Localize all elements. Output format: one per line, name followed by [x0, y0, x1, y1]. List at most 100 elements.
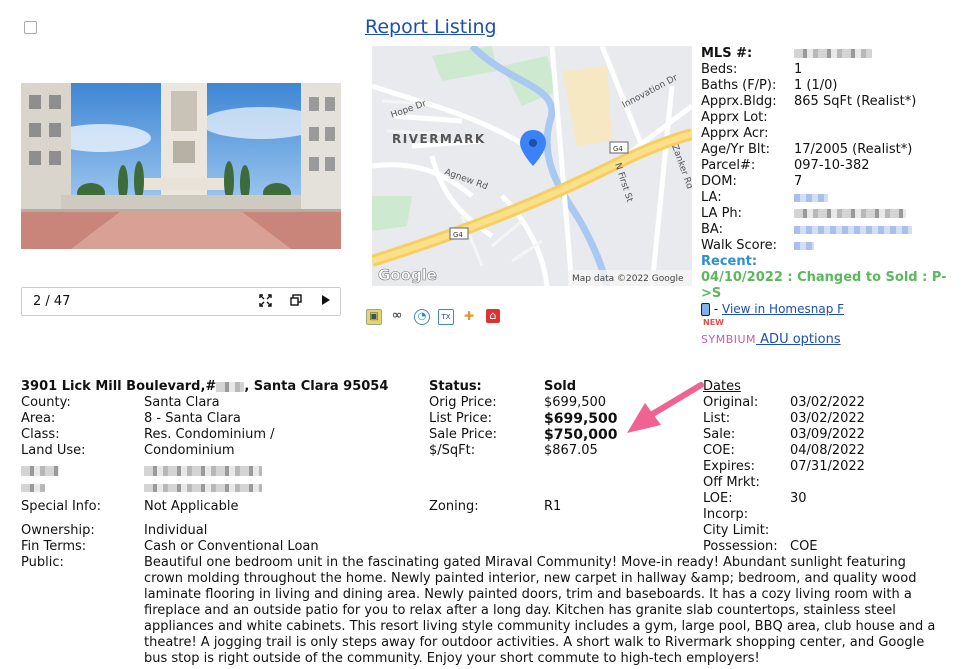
dom-value: 7	[794, 174, 803, 189]
county-value: Santa Clara	[144, 395, 220, 410]
list-date-label: List:	[703, 411, 731, 426]
mls-value-redacted	[794, 46, 872, 62]
address-city: , Santa Clara 95054	[244, 379, 389, 394]
google-logo: Google	[378, 266, 437, 284]
window-icon[interactable]	[290, 294, 302, 309]
redacted-label	[21, 463, 59, 478]
home-icon[interactable]: ⌂	[486, 309, 500, 323]
share-icon[interactable]: ✚	[462, 309, 476, 323]
homesnap-row: - View in Homesnap F	[701, 302, 844, 316]
redacted-value	[144, 480, 262, 495]
homesnap-link[interactable]: View in Homesnap F	[722, 302, 844, 316]
map-attribution: Map data ©2022 Google	[572, 274, 684, 284]
binoculars-icon[interactable]: ∞	[390, 309, 404, 323]
possession-label: Possession:	[703, 539, 778, 554]
landuse-value: Condominium	[144, 443, 235, 458]
neighborhood-label: RIVERMARK	[392, 132, 486, 146]
highway-badge: G4	[453, 231, 463, 239]
walkscore-value-redacted	[794, 238, 814, 254]
address-street: 3901 Lick Mill Boulevard,#	[21, 379, 217, 394]
ownership-label: Ownership:	[21, 523, 95, 538]
bldg-label: Apprx.Bldg:	[701, 94, 777, 109]
sale-date-label: Sale:	[703, 427, 736, 442]
recent-value: 04/10/2022 : Changed to Sold : P->S	[701, 270, 947, 301]
public-remarks: Beautiful one bedroom unit in the fascin…	[144, 555, 936, 666]
area-value: 8 - Santa Clara	[144, 411, 241, 426]
mls-label: MLS #:	[701, 46, 753, 61]
photo-tool-icon[interactable]: ▣	[366, 309, 382, 325]
expires-label: Expires:	[703, 459, 755, 474]
parcel-label: Parcel#:	[701, 158, 756, 173]
coe-date-value: 04/08/2022	[790, 443, 865, 458]
la-value-redacted	[794, 190, 828, 206]
baths-label: Baths (F/P):	[701, 78, 777, 93]
expand-icon[interactable]	[259, 294, 272, 310]
county-label: County:	[21, 395, 71, 410]
redacted-label	[21, 480, 45, 495]
symbium-row: SYMBIUM ADU options	[701, 332, 841, 347]
unit-redacted	[216, 381, 245, 392]
photo-viewer-bar: 2 / 47	[21, 287, 341, 316]
listing-address: 3901 Lick Mill Boulevard,# , Santa Clara …	[21, 379, 388, 395]
adu-options-link[interactable]: ADU options	[756, 332, 840, 347]
incorp-label: Incorp:	[703, 507, 749, 522]
status-value: Sold	[544, 379, 577, 394]
la-label: LA:	[701, 190, 722, 205]
tax-icon[interactable]: TX	[438, 309, 454, 325]
ba-label: BA:	[701, 222, 723, 237]
ownership-value: Individual	[144, 523, 208, 538]
city-limit-label: City Limit:	[703, 523, 770, 538]
dom-label: DOM:	[701, 174, 737, 189]
beds-label: Beds:	[701, 62, 738, 77]
special-info-label: Special Info:	[21, 499, 101, 514]
listing-facts: MLS #: Beds: 1 Baths (F/P): 1 (1/0) Apprx.…	[701, 46, 956, 302]
walkscore-label: Walk Score:	[701, 238, 778, 253]
lot-label: Apprx Lot:	[701, 110, 768, 125]
class-value: Res. Condominium /	[144, 427, 275, 442]
price-per-sqft-label: $/SqFt:	[429, 443, 476, 458]
annotation-arrow-icon	[625, 381, 705, 441]
public-remarks-label: Public:	[21, 555, 64, 570]
homesnap-dash: -	[713, 302, 719, 316]
orig-price-value: $699,500	[544, 395, 607, 410]
zoning-value: R1	[544, 499, 562, 514]
possession-value: COE	[790, 539, 818, 554]
dates-header: Dates	[703, 379, 741, 394]
original-date-label: Original:	[703, 395, 759, 410]
symbium-logo: SYMBIUM	[701, 333, 757, 346]
loe-label: LOE:	[703, 491, 733, 506]
laph-label: LA Ph:	[701, 206, 743, 221]
price-per-sqft-value: $867.05	[544, 443, 598, 458]
play-icon[interactable]	[321, 294, 331, 309]
select-checkbox[interactable]	[24, 21, 37, 34]
report-listing-link[interactable]: Report Listing	[365, 16, 497, 38]
landuse-label: Land Use:	[21, 443, 86, 458]
age-label: Age/Yr Blt:	[701, 142, 770, 157]
zoning-label: Zoning:	[429, 499, 479, 514]
clock-icon[interactable]: ◔	[414, 309, 430, 325]
beds-value: 1	[794, 62, 803, 77]
list-date-value: 03/02/2022	[790, 411, 865, 426]
list-price-value: $699,500	[544, 411, 618, 427]
sale-price-label: Sale Price:	[429, 427, 498, 442]
loe-value: 30	[790, 491, 807, 506]
listing-photo[interactable]	[21, 83, 341, 249]
laph-value-redacted	[794, 206, 906, 222]
fin-terms-label: Fin Terms:	[21, 539, 87, 554]
bldg-value: 865 SqFt (Realist*)	[794, 94, 917, 109]
new-badge: NEW	[703, 318, 724, 327]
area-label: Area:	[21, 411, 56, 426]
off-market-label: Off Mrkt:	[703, 475, 760, 490]
ba-value-redacted	[794, 222, 912, 238]
special-info-value: Not Applicable	[144, 499, 239, 514]
coe-date-label: COE:	[703, 443, 735, 458]
fin-terms-value: Cash or Conventional Loan	[144, 539, 319, 554]
expires-value: 07/31/2022	[790, 459, 865, 474]
phone-icon	[701, 303, 710, 316]
photo-counter: 2 / 47	[33, 294, 71, 309]
status-label: Status:	[429, 379, 482, 394]
original-date-value: 03/02/2022	[790, 395, 865, 410]
class-label: Class:	[21, 427, 60, 442]
recent-label: Recent:	[701, 254, 758, 269]
location-map[interactable]: G4 G4 Hope Dr Innovation Dr Zanker Rd N …	[372, 46, 692, 286]
